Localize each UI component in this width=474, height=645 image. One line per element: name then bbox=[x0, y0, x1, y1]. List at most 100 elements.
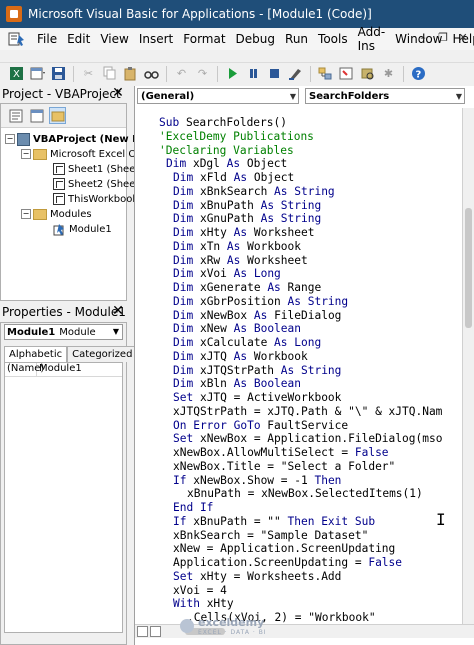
view-excel-icon[interactable]: X bbox=[8, 65, 25, 82]
undo-icon[interactable]: ↶ bbox=[173, 65, 190, 82]
code-line[interactable]: xNew = Application.ScreenUpdating bbox=[173, 542, 395, 556]
insert-userform-icon[interactable] bbox=[29, 65, 46, 82]
code-line[interactable]: xNewBox.Title = "Select a Folder" bbox=[173, 460, 395, 474]
menu-run[interactable]: Run bbox=[280, 32, 313, 46]
code-line[interactable]: Dim xBnuPath As String bbox=[173, 199, 321, 213]
code-line[interactable]: xBnkSearch = "Sample Dataset" bbox=[173, 529, 368, 543]
help-icon[interactable]: ? bbox=[410, 65, 427, 82]
object-combo[interactable]: (General) ▼ bbox=[137, 88, 299, 104]
view-code-icon[interactable] bbox=[7, 107, 24, 124]
break-icon[interactable] bbox=[245, 65, 262, 82]
code-module-icon[interactable] bbox=[8, 31, 26, 47]
tree-item-module1[interactable]: Module1 bbox=[53, 222, 112, 236]
code-line[interactable]: Set xJTQ = ActiveWorkbook bbox=[173, 391, 341, 405]
minimize-icon[interactable]: – bbox=[416, 31, 430, 45]
tree-item-vbaproject[interactable]: − VBAProject (New M bbox=[5, 132, 142, 146]
tree-item-thisworkbook[interactable]: ThisWorkbook bbox=[53, 192, 138, 206]
scrollbar-thumb[interactable] bbox=[465, 208, 472, 328]
tab-alphabetic[interactable]: Alphabetic bbox=[4, 346, 68, 362]
code-line[interactable]: xJTQStrPath = xJTQ.Path & "\" & xJTQ.Nam bbox=[173, 405, 442, 419]
object-selector[interactable]: Module1 Module ▼ bbox=[4, 324, 123, 340]
property-row[interactable]: (Name) Module1 bbox=[5, 363, 122, 377]
menu-insert[interactable]: Insert bbox=[134, 32, 178, 46]
copy-icon[interactable] bbox=[101, 65, 118, 82]
code-line[interactable]: Dim xGnuPath As String bbox=[173, 212, 321, 226]
tree-item-sheet2[interactable]: Sheet2 (Shee bbox=[53, 177, 135, 191]
toolbox-icon[interactable]: ✱ bbox=[380, 65, 397, 82]
code-line[interactable]: 'Declaring Variables bbox=[159, 144, 294, 158]
full-module-view-icon[interactable] bbox=[150, 626, 161, 637]
menu-add-ins[interactable]: Add-Ins bbox=[353, 25, 391, 53]
procedure-combo[interactable]: SearchFolders ▼ bbox=[305, 88, 465, 104]
project-explorer: − VBAProject (New M − Microsoft Excel Ob… bbox=[0, 103, 143, 301]
code-line[interactable]: Dim xBnkSearch As String bbox=[173, 185, 335, 199]
cut-icon[interactable]: ✂ bbox=[80, 65, 97, 82]
view-object-icon[interactable] bbox=[28, 107, 45, 124]
collapse-icon[interactable]: − bbox=[21, 209, 31, 219]
menu-edit[interactable]: Edit bbox=[62, 32, 95, 46]
close-icon[interactable]: ✕ bbox=[111, 86, 125, 100]
code-line[interactable]: Dim xGbrPosition As String bbox=[173, 295, 348, 309]
code-line[interactable]: On Error GoTo FaultService bbox=[173, 419, 348, 433]
run-icon[interactable] bbox=[224, 65, 241, 82]
code-line[interactable]: Dim xJTQ As Workbook bbox=[173, 350, 308, 364]
code-line[interactable]: If xBnuPath = "" Then Exit Sub bbox=[173, 515, 375, 529]
code-line[interactable]: Dim xGenerate As Range bbox=[173, 281, 321, 295]
code-line[interactable]: xNewBox.AllowMultiSelect = False bbox=[173, 446, 389, 460]
close-icon[interactable]: ✕ bbox=[111, 304, 125, 318]
tree-item-modules[interactable]: − Modules bbox=[21, 207, 92, 221]
tab-categorized[interactable]: Categorized bbox=[67, 346, 138, 362]
code-line[interactable]: Sub SearchFolders() bbox=[159, 116, 287, 130]
code-line[interactable]: If xNewBox.Show = -1 Then bbox=[173, 474, 341, 488]
save-icon[interactable] bbox=[50, 65, 67, 82]
code-keyword: Dim bbox=[173, 212, 200, 226]
procedure-view-icon[interactable] bbox=[137, 626, 148, 637]
code-editor[interactable]: Sub SearchFolders() 'ExcelDemy Publicatio… bbox=[135, 108, 463, 624]
code-line[interactable]: Set xHty = Worksheets.Add bbox=[173, 570, 341, 584]
code-keyword: Sub bbox=[159, 116, 186, 129]
code-line[interactable]: 'ExcelDemy Publications bbox=[159, 130, 314, 144]
code-line[interactable]: Dim xBln As Boolean bbox=[173, 377, 301, 391]
code-line[interactable]: Dim xTn As Workbook bbox=[173, 240, 301, 254]
redo-icon[interactable]: ↷ bbox=[194, 65, 211, 82]
code-keyword: Dim bbox=[173, 171, 200, 184]
menu-view[interactable]: View bbox=[95, 32, 133, 46]
menu-tools[interactable]: Tools bbox=[313, 32, 353, 46]
code-line[interactable]: Dim xVoi As Long bbox=[173, 267, 281, 281]
tree-item-sheet1[interactable]: Sheet1 (Shee bbox=[53, 162, 135, 176]
paste-icon[interactable] bbox=[122, 65, 139, 82]
properties-window-icon[interactable] bbox=[338, 65, 355, 82]
menu-format[interactable]: Format bbox=[178, 32, 230, 46]
code-line[interactable]: Dim xJTQStrPath As String bbox=[173, 364, 341, 378]
close-icon[interactable]: ✕ bbox=[456, 31, 470, 45]
code-line[interactable]: Dim xDgl As Object bbox=[166, 157, 287, 171]
code-line[interactable]: Dim xFld As Object bbox=[173, 171, 294, 185]
code-line[interactable]: With xHty bbox=[173, 597, 234, 611]
code-line[interactable]: Set xNewBox = Application.FileDialog(mso bbox=[173, 432, 442, 446]
toolbar-separator bbox=[403, 65, 404, 82]
toggle-folders-icon[interactable] bbox=[49, 107, 66, 124]
code-line[interactable]: Dim xNew As Boolean bbox=[173, 322, 301, 336]
code-line[interactable]: Dim xHty As Worksheet bbox=[173, 226, 314, 240]
tree-item-excel-objects[interactable]: − Microsoft Excel Ob bbox=[21, 147, 143, 161]
code-line[interactable]: End If bbox=[173, 501, 213, 515]
collapse-icon[interactable]: − bbox=[21, 149, 31, 159]
code-line[interactable]: Application.ScreenUpdating = False bbox=[173, 556, 402, 570]
code-line[interactable]: xBnuPath = xNewBox.SelectedItems(1) bbox=[187, 487, 423, 501]
object-browser-icon[interactable] bbox=[359, 65, 376, 82]
find-icon[interactable] bbox=[143, 65, 160, 82]
code-line[interactable]: Dim xCalculate As Long bbox=[173, 336, 321, 350]
code-line[interactable]: xVoi = 4 bbox=[173, 584, 227, 598]
design-mode-icon[interactable] bbox=[287, 65, 304, 82]
collapse-icon[interactable]: − bbox=[5, 134, 15, 144]
reset-icon[interactable] bbox=[266, 65, 283, 82]
project-explorer-icon[interactable] bbox=[317, 65, 334, 82]
code-line[interactable]: Dim xRw As Worksheet bbox=[173, 254, 308, 268]
property-value[interactable]: Module1 bbox=[37, 363, 82, 376]
menu-file[interactable]: File bbox=[32, 32, 62, 46]
vertical-scrollbar[interactable] bbox=[462, 108, 474, 624]
menu-debug[interactable]: Debug bbox=[231, 32, 280, 46]
restore-icon[interactable]: ❐ bbox=[436, 31, 450, 45]
code-line[interactable]: Dim xNewBox As FileDialog bbox=[173, 309, 341, 323]
code-text: xHty bbox=[199, 226, 234, 239]
